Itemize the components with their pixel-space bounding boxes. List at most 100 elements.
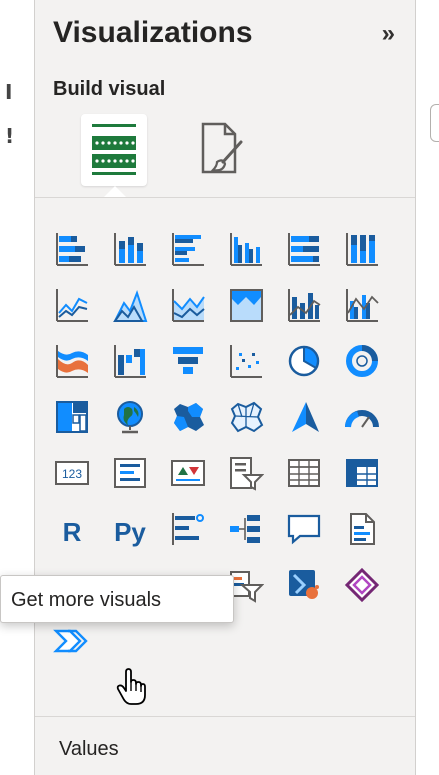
ribbon-chart-button[interactable] (49, 338, 95, 384)
line-and-stacked-column-chart-button[interactable] (281, 282, 327, 328)
waterfall-chart-icon (114, 345, 146, 378)
build-visual-icon (92, 124, 136, 175)
power-apps-icon (344, 567, 380, 603)
stacked-bar-chart-button[interactable] (49, 226, 95, 272)
r-script-visual-button[interactable]: R (49, 506, 95, 552)
line-and-clustered-column-chart-button[interactable] (339, 282, 385, 328)
gauge-button[interactable] (339, 394, 385, 440)
matrix-icon (346, 459, 378, 487)
visualizations-pane: Visualizations » Build visual 123 R Py V… (34, 0, 416, 775)
waterfall-chart-button[interactable] (107, 338, 153, 384)
100-stacked-column-chart-button[interactable] (339, 226, 385, 272)
section-divider (35, 716, 415, 717)
table-icon (288, 459, 320, 487)
scatter-chart-icon (230, 345, 262, 378)
expand-handle[interactable] (430, 104, 439, 142)
clustered-column-chart-icon (230, 233, 262, 266)
hand-pointer-cursor-icon (116, 668, 146, 705)
paginated-report-button[interactable] (339, 506, 385, 552)
shape-map-icon (230, 401, 264, 433)
build-visual-tab[interactable] (81, 114, 147, 186)
clustered-bar-chart-icon (172, 233, 204, 266)
100-stacked-bar-chart-icon (288, 233, 320, 266)
power-automate-button[interactable] (281, 562, 327, 608)
stacked-column-chart-icon (114, 233, 146, 266)
filled-map-icon (174, 403, 204, 431)
treemap-icon (56, 401, 88, 433)
decomposition-tree-button[interactable] (223, 506, 269, 552)
card-icon: 123 (55, 461, 89, 485)
pie-chart-button[interactable] (281, 338, 327, 384)
shape-map-button[interactable] (223, 394, 269, 440)
format-paintbrush-icon (201, 122, 243, 174)
100-stacked-area-chart-button[interactable] (223, 282, 269, 328)
pane-divider (35, 197, 415, 198)
get-more-visuals-button[interactable] (49, 618, 95, 664)
line-and-stacked-column-chart-icon (288, 289, 321, 322)
build-visual-heading: Build visual (53, 78, 166, 100)
azure-map-button[interactable] (281, 394, 327, 440)
values-section-label: Values (59, 738, 119, 760)
stacked-area-chart-button[interactable] (165, 282, 211, 328)
azure-map-icon (292, 402, 319, 432)
gauge-icon (345, 410, 379, 428)
treemap-button[interactable] (49, 394, 95, 440)
donut-chart-icon (346, 345, 378, 377)
line-chart-button[interactable] (49, 282, 95, 328)
python-icon-label: Py (114, 517, 146, 547)
edge-mark: I (5, 80, 13, 104)
slicer-icon (230, 457, 264, 491)
multi-row-card-icon (114, 458, 146, 488)
more-options-button[interactable] (107, 618, 153, 664)
100-stacked-bar-chart-button[interactable] (281, 226, 327, 272)
map-icon (117, 401, 143, 434)
pane-title: Visualizations (53, 16, 253, 49)
clustered-bar-chart-button[interactable] (165, 226, 211, 272)
q-and-a-icon (287, 514, 321, 545)
double-chevron-right-icon: » (381, 20, 395, 47)
100-stacked-column-chart-icon (346, 233, 378, 266)
line-chart-icon (56, 289, 88, 322)
pie-chart-icon (288, 345, 320, 377)
get-more-visuals-tooltip: Get more visuals (0, 575, 234, 623)
format-visual-tab[interactable] (193, 118, 247, 178)
stacked-area-chart-icon (172, 289, 205, 322)
clustered-column-chart-button[interactable] (223, 226, 269, 272)
donut-chart-button[interactable] (339, 338, 385, 384)
table-button[interactable] (281, 450, 327, 496)
multi-row-card-button[interactable] (107, 450, 153, 496)
key-influencers-button[interactable] (165, 506, 211, 552)
python-visual-icon: Py (114, 517, 146, 547)
area-chart-button[interactable] (107, 282, 153, 328)
collapse-pane-button[interactable]: » (382, 20, 395, 48)
funnel-chart-button[interactable] (165, 338, 211, 384)
stacked-column-chart-button[interactable] (107, 226, 153, 272)
stacked-bar-chart-icon (56, 233, 88, 266)
matrix-button[interactable] (339, 450, 385, 496)
paginated-report-icon (350, 513, 375, 545)
get-more-visuals-icon (53, 629, 88, 653)
r-icon-label: R (63, 517, 82, 547)
python-visual-button[interactable]: Py (107, 506, 153, 552)
kpi-icon (171, 460, 205, 486)
area-chart-icon (113, 290, 148, 322)
power-automate-icon (289, 570, 319, 599)
map-button[interactable] (107, 394, 153, 440)
filled-map-button[interactable] (165, 394, 211, 440)
kpi-button[interactable] (165, 450, 211, 496)
card-button[interactable]: 123 (49, 450, 95, 496)
scatter-chart-button[interactable] (223, 338, 269, 384)
r-script-visual-icon: R (63, 517, 82, 547)
slicer-button[interactable] (223, 450, 269, 496)
funnel-chart-icon (173, 347, 203, 374)
line-and-clustered-column-chart-icon (346, 289, 379, 322)
canvas-left-edge: I ! (0, 0, 34, 775)
power-apps-button[interactable] (339, 562, 385, 608)
100-stacked-area-chart-icon (230, 289, 263, 322)
edge-mark: ! (5, 124, 15, 148)
key-influencers-icon (172, 513, 204, 545)
decomposition-tree-icon (230, 515, 260, 543)
card-icon-label: 123 (62, 467, 82, 481)
q-and-a-button[interactable] (281, 506, 327, 552)
canvas-right-edge (416, 0, 439, 775)
